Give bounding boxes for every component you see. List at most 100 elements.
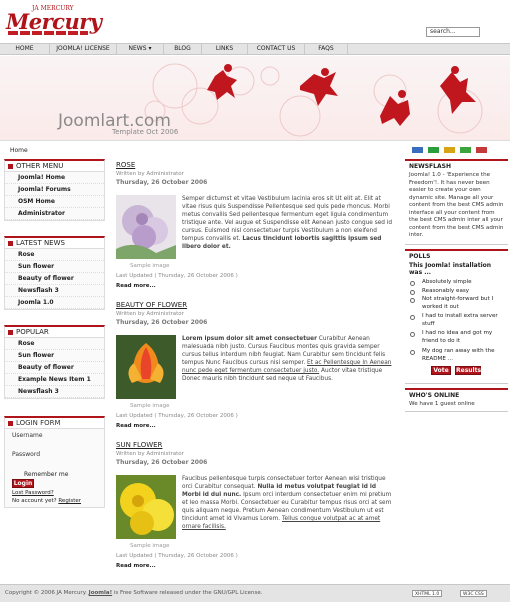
main-nav: HOME JOOMLA! LICENSE NEWS ▾ BLOG LINKS C…: [0, 43, 510, 55]
footer: Copyright © 2006 JA Mercury. Joomla! is …: [0, 584, 510, 602]
layout-wide-icon[interactable]: [428, 147, 439, 153]
bullet-square-icon: [8, 421, 13, 426]
whos-online-box: WHO'S ONLINE We have 1 guest online: [405, 388, 508, 412]
text-small-icon[interactable]: [444, 147, 455, 153]
footer-text: Copyright © 2006 JA Mercury. Joomla! is …: [5, 590, 263, 596]
logo-decoration: [8, 31, 88, 35]
site-logo[interactable]: JA MERCURY Mercury: [6, 3, 102, 37]
article-author: Written by Administrator: [116, 171, 184, 177]
text-large-icon[interactable]: [476, 147, 487, 153]
popular-title: POPULAR: [16, 328, 49, 336]
article-rose: ROSE Written by Administrator Thursday, …: [116, 161, 394, 291]
latest-news-item[interactable]: Joomla 1.0: [5, 297, 104, 309]
bullet-square-icon: [8, 164, 13, 169]
article-date: Thursday, 26 October 2006: [116, 179, 208, 186]
register-link[interactable]: Register: [58, 498, 81, 504]
nav-links[interactable]: LINKS: [202, 44, 248, 54]
popular-box: POPULAR Rose Sun flower Beauty of flower…: [4, 325, 105, 399]
poll-option-radio[interactable]: [410, 332, 415, 337]
newsflash-title: NEWSFLASH: [409, 163, 451, 170]
poll-option-radio[interactable]: [410, 350, 415, 355]
poll-option-radio[interactable]: [410, 315, 415, 320]
menu-item-joomla-forums[interactable]: Joomla! Forums: [5, 184, 104, 196]
article-updated: Last Updated ( Thursday, 26 October 2006…: [116, 413, 238, 419]
poll-option-radio[interactable]: [410, 290, 415, 295]
remember-me-label: Remember me: [24, 471, 69, 478]
latest-news-box: LATEST NEWS Rose Sun flower Beauty of fl…: [4, 236, 105, 310]
article-beauty-of-flower: BEAUTY OF FLOWER Written by Administrato…: [116, 301, 394, 431]
menu-item-osm-home[interactable]: OSM Home: [5, 196, 104, 208]
article-date: Thursday, 26 October 2006: [116, 459, 208, 466]
vote-button[interactable]: Vote: [431, 366, 451, 375]
nav-contact-us[interactable]: CONTACT US: [248, 44, 305, 54]
login-button[interactable]: Login: [12, 479, 34, 488]
article-bold-text: Lorem ipsum dolor sit amet consectetuer: [182, 336, 317, 342]
latest-news-item[interactable]: Rose: [5, 249, 104, 261]
nav-joomla-license[interactable]: JOOMLA! LICENSE: [50, 44, 117, 54]
article-sun-flower: SUN FLOWER Written by Administrator Thur…: [116, 441, 394, 571]
article-title[interactable]: SUN FLOWER: [116, 441, 394, 449]
footer-copyright: Copyright © 2006 JA Mercury.: [5, 590, 87, 596]
latest-news-item[interactable]: Sun flower: [5, 261, 104, 273]
other-menu-title: OTHER MENU: [16, 162, 64, 170]
poll-question: This Joomla! installation was ...: [409, 262, 492, 276]
poll-option-radio[interactable]: [410, 298, 415, 303]
poll-option-label: My dog ran away with the README ...: [422, 348, 495, 362]
article-updated: Last Updated ( Thursday, 26 October 2006…: [116, 553, 238, 559]
read-more-link[interactable]: Read more...: [116, 283, 156, 289]
banner-template-label: Template Oct 2006: [112, 128, 179, 136]
whos-online-text: We have 1 guest online: [409, 401, 475, 407]
username-label: Username: [12, 432, 43, 439]
xhtml-badge[interactable]: XHTML 1.0: [412, 590, 443, 597]
article-author: Written by Administrator: [116, 311, 184, 317]
article-author: Written by Administrator: [116, 451, 184, 457]
popular-item[interactable]: Example News Item 1: [5, 374, 104, 386]
lost-password-link[interactable]: Lost Password?: [12, 490, 54, 496]
latest-news-item[interactable]: Beauty of flower: [5, 273, 104, 285]
newsflash-box: NEWSFLASH Joomla! 1.0 - 'Experience the …: [405, 159, 508, 245]
text-medium-icon[interactable]: [460, 147, 471, 153]
popular-item[interactable]: Sun flower: [5, 350, 104, 362]
article-body: Lorem ipsum dolor sit amet consectetuer …: [182, 335, 394, 383]
footer-license: is Free Software released under the GNU/…: [113, 590, 263, 596]
article-title[interactable]: BEAUTY OF FLOWER: [116, 301, 394, 309]
menu-item-joomla-home[interactable]: Joomla! Home: [5, 172, 104, 184]
poll-option-label: Absolutely simple: [422, 279, 472, 285]
latest-news-title: LATEST NEWS: [16, 239, 65, 247]
poll-option-label: Not straight-forward but I worked it out: [422, 296, 494, 310]
search-input[interactable]: search...: [426, 27, 480, 37]
article-body: Faucibus pellentesque turpis consectetue…: [182, 475, 394, 531]
read-more-link[interactable]: Read more...: [116, 423, 156, 429]
article-date: Thursday, 26 October 2006: [116, 319, 208, 326]
results-button[interactable]: Results: [455, 366, 481, 375]
image-caption: Sample image: [130, 403, 170, 409]
login-form-title: LOGIN FORM: [16, 419, 61, 427]
nav-faqs[interactable]: FAQS: [305, 44, 348, 54]
popular-item[interactable]: Rose: [5, 338, 104, 350]
menu-item-administrator[interactable]: Administrator: [5, 208, 104, 220]
read-more-link[interactable]: Read more...: [116, 563, 156, 569]
poll-option-radio[interactable]: [410, 281, 415, 286]
nav-home[interactable]: HOME: [0, 44, 50, 54]
popular-item[interactable]: Beauty of flower: [5, 362, 104, 374]
sunflower-image: [116, 475, 176, 539]
image-caption: Sample image: [130, 263, 170, 269]
popular-item[interactable]: Newsflash 3: [5, 386, 104, 398]
latest-news-item[interactable]: Newsflash 3: [5, 285, 104, 297]
article-updated: Last Updated ( Thursday, 26 October 2006…: [116, 273, 238, 279]
latest-news-header: LATEST NEWS: [5, 238, 104, 249]
no-account-text: No account yet? Register: [12, 498, 81, 504]
layout-narrow-icon[interactable]: [412, 147, 423, 153]
header-banner: Joomlart.com Template Oct 2006: [0, 56, 510, 141]
nav-blog[interactable]: BLOG: [164, 44, 202, 54]
whos-online-title: WHO'S ONLINE: [409, 392, 460, 399]
nav-news[interactable]: NEWS ▾: [117, 44, 164, 54]
css-badge[interactable]: W3C CSS: [460, 590, 487, 597]
no-account-label: No account yet?: [12, 498, 57, 504]
other-menu-box: OTHER MENU Joomla! Home Joomla! Forums O…: [4, 159, 105, 221]
article-title[interactable]: ROSE: [116, 161, 394, 169]
breadcrumb[interactable]: Home: [10, 147, 28, 154]
joomla-link[interactable]: Joomla!: [89, 590, 112, 596]
polls-title: POLLS: [409, 253, 431, 260]
poll-option-label: Reasonably easy: [422, 288, 470, 294]
